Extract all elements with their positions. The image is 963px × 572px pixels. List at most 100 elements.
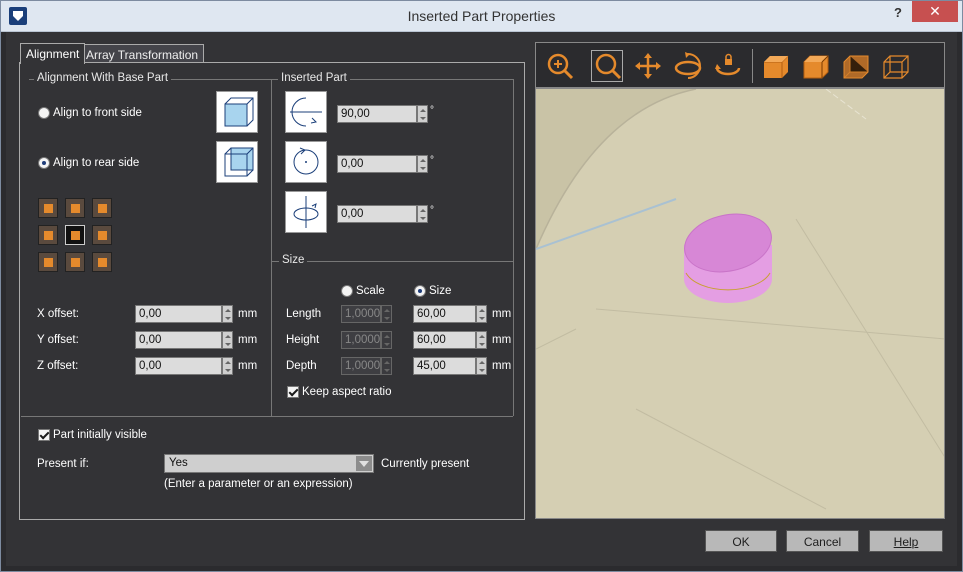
- position-top-left-button[interactable]: [38, 198, 58, 218]
- height-scale-input[interactable]: 1,0000: [341, 331, 381, 349]
- scale-mode-radio[interactable]: [341, 285, 353, 297]
- initially-visible-label[interactable]: Part initially visible: [53, 429, 147, 441]
- pan-icon[interactable]: [632, 50, 664, 82]
- length-scale-input[interactable]: 1,0000: [341, 305, 381, 323]
- zoom-in-icon[interactable]: [544, 50, 576, 82]
- length-label: Length: [286, 308, 322, 320]
- wireframe-cube-icon[interactable]: [880, 50, 912, 82]
- z-offset-spinner[interactable]: [222, 357, 233, 375]
- rotate-z-icon: [285, 141, 327, 183]
- depth-label: Depth: [286, 360, 317, 372]
- x-offset-label: X offset:: [37, 308, 79, 320]
- z-offset-input[interactable]: 0,00: [135, 357, 222, 375]
- close-button[interactable]: ✕: [912, 1, 958, 22]
- view-toolbar: [535, 42, 945, 88]
- shaded-edges-cube-icon[interactable]: [800, 50, 832, 82]
- 3d-preview-viewport[interactable]: [535, 88, 945, 519]
- present-if-select[interactable]: Yes: [164, 454, 374, 473]
- size-mode-radio[interactable]: [414, 285, 426, 297]
- length-scale-spinner[interactable]: [381, 305, 392, 323]
- initially-visible-checkbox[interactable]: [38, 429, 50, 441]
- size-mode-label[interactable]: Size: [429, 285, 451, 297]
- z-offset-label: Z offset:: [37, 360, 79, 372]
- 3d-scene: [536, 89, 944, 518]
- align-front-label[interactable]: Align to front side: [53, 107, 142, 119]
- x-offset-unit: mm: [238, 308, 258, 320]
- front-align-image: [216, 91, 258, 133]
- zoom-fit-icon[interactable]: [591, 50, 623, 82]
- height-input[interactable]: 60,00: [413, 331, 476, 349]
- position-top-right-button[interactable]: [92, 198, 112, 218]
- height-label: Height: [286, 334, 320, 346]
- height-spinner[interactable]: [476, 331, 487, 349]
- size-group: [272, 261, 513, 262]
- height-scale-spinner[interactable]: [381, 331, 392, 349]
- rear-align-image: [216, 141, 258, 183]
- group-divider: [271, 79, 272, 416]
- inserted-part-title: Inserted Part: [278, 72, 350, 84]
- keep-aspect-checkbox[interactable]: [287, 386, 299, 398]
- ok-button[interactable]: OK: [705, 530, 777, 552]
- rotation-1-input[interactable]: 90,00: [337, 105, 417, 123]
- position-bottom-center-button[interactable]: [65, 252, 85, 272]
- position-middle-left-button[interactable]: [38, 225, 58, 245]
- size-group-title: Size: [279, 254, 308, 266]
- position-bottom-right-button[interactable]: [92, 252, 112, 272]
- transparent-cube-icon[interactable]: [840, 50, 872, 82]
- x-offset-input[interactable]: 0,00: [135, 305, 222, 323]
- rotation-3-unit: °: [430, 205, 434, 216]
- tab-array-transformation[interactable]: Array Transformation: [80, 44, 205, 63]
- depth-unit: mm: [492, 360, 512, 372]
- depth-scale-spinner[interactable]: [381, 357, 392, 375]
- present-if-label: Present if:: [37, 458, 89, 470]
- height-unit: mm: [492, 334, 512, 346]
- x-offset-spinner[interactable]: [222, 305, 233, 323]
- window-title: Inserted Part Properties: [407, 8, 556, 24]
- tab-alignment[interactable]: Alignment: [20, 43, 86, 64]
- help-button[interactable]: Help: [869, 530, 943, 552]
- rotate-x-icon: [285, 91, 327, 133]
- rotation-3-spinner[interactable]: [417, 205, 428, 223]
- position-top-center-button[interactable]: [65, 198, 85, 218]
- y-offset-spinner[interactable]: [222, 331, 233, 349]
- rotation-2-spinner[interactable]: [417, 155, 428, 173]
- length-unit: mm: [492, 308, 512, 320]
- position-middle-right-button[interactable]: [92, 225, 112, 245]
- rotate-3d-icon[interactable]: [672, 50, 704, 82]
- rotation-2-input[interactable]: 0,00: [337, 155, 417, 173]
- rotation-2-unit: °: [430, 155, 434, 166]
- y-offset-label: Y offset:: [37, 334, 79, 346]
- title-bar: Inserted Part Properties ? ✕: [1, 1, 962, 32]
- align-front-radio[interactable]: [38, 107, 50, 119]
- alignment-group-title: Alignment With Base Part: [34, 72, 172, 84]
- length-spinner[interactable]: [476, 305, 487, 323]
- context-help-button[interactable]: ?: [894, 5, 902, 20]
- align-rear-radio[interactable]: [38, 157, 50, 169]
- z-offset-unit: mm: [238, 360, 258, 372]
- length-input[interactable]: 60,00: [413, 305, 476, 323]
- present-if-value: Yes: [169, 457, 188, 469]
- visibility-separator: [21, 416, 513, 417]
- shaded-cube-icon[interactable]: [760, 50, 792, 82]
- position-center-button[interactable]: [65, 225, 85, 245]
- chevron-down-icon[interactable]: [356, 456, 372, 471]
- cancel-button[interactable]: Cancel: [786, 530, 859, 552]
- rotation-1-spinner[interactable]: [417, 105, 428, 123]
- scale-mode-label[interactable]: Scale: [356, 285, 385, 297]
- toolbar-divider: [752, 49, 753, 83]
- present-if-hint: (Enter a parameter or an expression): [164, 478, 353, 490]
- rotation-3-input[interactable]: 0,00: [337, 205, 417, 223]
- y-offset-unit: mm: [238, 334, 258, 346]
- align-rear-label[interactable]: Align to rear side: [53, 157, 139, 169]
- y-offset-input[interactable]: 0,00: [135, 331, 222, 349]
- inserted-part-group-edge: [513, 79, 514, 416]
- keep-aspect-label[interactable]: Keep aspect ratio: [302, 386, 392, 398]
- depth-scale-input[interactable]: 1,0000: [341, 357, 381, 375]
- rotate-locked-icon[interactable]: [712, 50, 744, 82]
- rotation-1-unit: °: [430, 105, 434, 116]
- depth-spinner[interactable]: [476, 357, 487, 375]
- depth-input[interactable]: 45,00: [413, 357, 476, 375]
- presence-status: Currently present: [381, 458, 470, 470]
- rotate-y-icon: [285, 191, 327, 233]
- position-bottom-left-button[interactable]: [38, 252, 58, 272]
